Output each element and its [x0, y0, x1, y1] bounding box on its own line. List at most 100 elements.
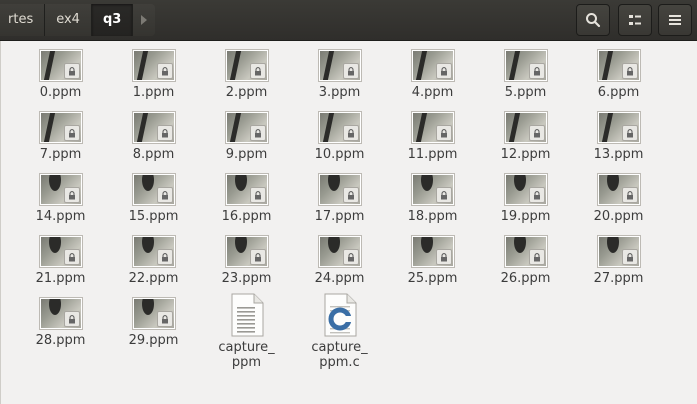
file-item[interactable]: 12.ppm: [479, 107, 572, 169]
file-view[interactable]: 0.ppm 1.ppm 2.ppm 3.ppm 4.ppm 5.ppm 6.ppm 7.ppm…: [0, 41, 697, 404]
c-source-file-icon: [323, 293, 357, 337]
lock-icon: [528, 125, 545, 141]
image-thumbnail: [503, 49, 548, 82]
file-item[interactable]: 6.ppm: [572, 45, 665, 107]
breadcrumb-forward-button[interactable]: [133, 4, 156, 36]
file-name-label: 0.ppm: [39, 85, 82, 100]
file-name-label: 5.ppm: [504, 85, 547, 100]
file-item[interactable]: 29.ppm: [107, 293, 200, 355]
breadcrumb-item-rtes[interactable]: rtes: [0, 4, 46, 36]
lock-icon: [156, 249, 173, 265]
main-menu-button[interactable]: [658, 4, 692, 36]
image-thumbnail: [503, 111, 548, 144]
image-thumbnail: [317, 49, 362, 82]
file-grid: 0.ppm 1.ppm 2.ppm 3.ppm 4.ppm 5.ppm 6.ppm 7.ppm…: [14, 45, 665, 370]
file-item[interactable]: 7.ppm: [14, 107, 107, 169]
lock-icon: [342, 187, 359, 203]
file-item[interactable]: 15.ppm: [107, 169, 200, 231]
file-item[interactable]: 10.ppm: [293, 107, 386, 169]
file-item[interactable]: 26.ppm: [479, 231, 572, 293]
image-thumbnail: [503, 173, 548, 206]
image-thumbnail: [317, 235, 362, 268]
file-item[interactable]: 17.ppm: [293, 169, 386, 231]
file-item[interactable]: 8.ppm: [107, 107, 200, 169]
file-name-label: 10.ppm: [314, 147, 365, 162]
lock-icon: [621, 187, 638, 203]
lock-icon: [63, 311, 80, 327]
file-item[interactable]: 28.ppm: [14, 293, 107, 355]
file-item[interactable]: 18.ppm: [386, 169, 479, 231]
file-item[interactable]: 21.ppm: [14, 231, 107, 293]
file-name-label: 23.ppm: [221, 271, 272, 286]
image-thumbnail: [224, 235, 269, 268]
hamburger-menu-icon: [669, 15, 681, 25]
file-name-label: capture_ ppm.c: [311, 340, 368, 370]
file-name-label: 15.ppm: [128, 209, 179, 224]
lock-icon: [528, 187, 545, 203]
image-thumbnail: [131, 173, 176, 206]
file-name-label: 26.ppm: [500, 271, 551, 286]
file-name-label: 19.ppm: [500, 209, 551, 224]
file-name-label: 21.ppm: [35, 271, 86, 286]
file-item[interactable]: 2.ppm: [200, 45, 293, 107]
file-name-label: 3.ppm: [318, 85, 361, 100]
file-item[interactable]: 14.ppm: [14, 169, 107, 231]
image-thumbnail: [410, 49, 455, 82]
image-thumbnail: [596, 111, 641, 144]
image-thumbnail: [410, 111, 455, 144]
file-item[interactable]: capture_ ppm.c: [293, 293, 386, 370]
file-item[interactable]: 11.ppm: [386, 107, 479, 169]
file-name-label: 9.ppm: [225, 147, 268, 162]
file-name-label: 29.ppm: [128, 333, 179, 348]
file-name-label: 12.ppm: [500, 147, 551, 162]
lock-icon: [621, 249, 638, 265]
lock-icon: [63, 125, 80, 141]
lock-icon: [63, 187, 80, 203]
file-item[interactable]: 0.ppm: [14, 45, 107, 107]
lock-icon: [156, 125, 173, 141]
file-item[interactable]: 9.ppm: [200, 107, 293, 169]
file-item[interactable]: capture_ ppm: [200, 293, 293, 370]
file-name-label: 20.ppm: [593, 209, 644, 224]
file-item[interactable]: 1.ppm: [107, 45, 200, 107]
file-item[interactable]: 13.ppm: [572, 107, 665, 169]
image-thumbnail: [596, 49, 641, 82]
file-item[interactable]: 27.ppm: [572, 231, 665, 293]
lock-icon: [435, 125, 452, 141]
file-name-label: capture_ ppm: [218, 340, 275, 370]
image-thumbnail: [131, 111, 176, 144]
file-item[interactable]: 20.ppm: [572, 169, 665, 231]
breadcrumb-item-ex4[interactable]: ex4: [45, 4, 92, 36]
image-thumbnail: [38, 235, 83, 268]
file-item[interactable]: 23.ppm: [200, 231, 293, 293]
lock-icon: [156, 187, 173, 203]
file-name-label: 13.ppm: [593, 147, 644, 162]
image-thumbnail: [317, 111, 362, 144]
lock-icon: [435, 63, 452, 79]
file-name-label: 8.ppm: [132, 147, 175, 162]
image-thumbnail: [224, 111, 269, 144]
breadcrumb-item-q3[interactable]: q3: [91, 4, 134, 36]
search-button[interactable]: [576, 4, 610, 36]
lock-icon: [342, 125, 359, 141]
image-thumbnail: [596, 235, 641, 268]
file-item[interactable]: 5.ppm: [479, 45, 572, 107]
chevron-right-icon: [141, 15, 148, 25]
file-item[interactable]: 19.ppm: [479, 169, 572, 231]
file-name-label: 1.ppm: [132, 85, 175, 100]
lock-icon: [249, 187, 266, 203]
file-item[interactable]: 16.ppm: [200, 169, 293, 231]
file-item[interactable]: 4.ppm: [386, 45, 479, 107]
file-item[interactable]: 22.ppm: [107, 231, 200, 293]
view-options-button[interactable]: [618, 4, 652, 36]
file-item[interactable]: 25.ppm: [386, 231, 479, 293]
image-thumbnail: [38, 173, 83, 206]
file-name-label: 27.ppm: [593, 271, 644, 286]
image-thumbnail: [317, 173, 362, 206]
image-thumbnail: [131, 235, 176, 268]
file-item[interactable]: 3.ppm: [293, 45, 386, 107]
image-thumbnail: [224, 49, 269, 82]
file-name-label: 14.ppm: [35, 209, 86, 224]
file-item[interactable]: 24.ppm: [293, 231, 386, 293]
lock-icon: [156, 311, 173, 327]
